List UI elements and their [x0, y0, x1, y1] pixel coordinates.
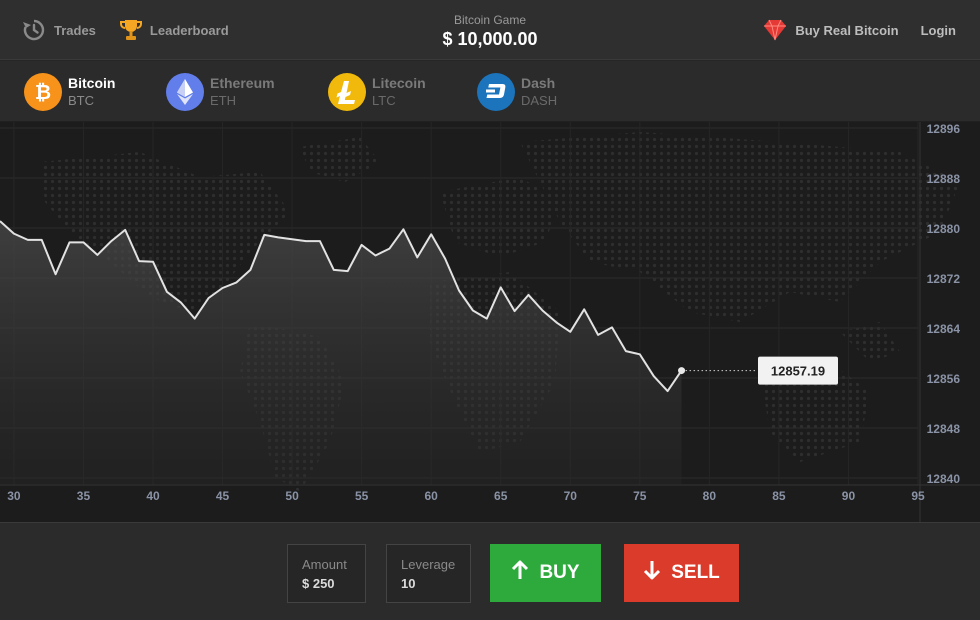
leaderboard-label: Leaderboard: [149, 22, 229, 38]
arrow-down-icon: [643, 560, 661, 586]
amount-field[interactable]: Amount $ 250: [287, 544, 366, 603]
y-tick-label: 12848: [927, 422, 961, 436]
history-icon: [22, 18, 46, 42]
amount-label: Amount: [302, 557, 347, 572]
ethereum-icon: [166, 73, 204, 111]
sell-label: SELL: [671, 562, 720, 583]
buy-label: BUY: [539, 562, 580, 583]
x-tick-label: 45: [216, 489, 230, 503]
trade-controls: Amount $ 250 Leverage 10 BUY SELL: [0, 522, 980, 620]
coin-name: Dash: [521, 75, 556, 91]
coin-tab-bitcoin[interactable]: ₿ Bitcoin BTC: [24, 73, 115, 111]
price-tooltip-value: 12857.19: [771, 364, 825, 379]
trophy-icon: [119, 18, 142, 42]
y-tick-label: 12840: [927, 472, 961, 486]
x-tick-label: 35: [77, 489, 91, 503]
bitcoin-icon: ₿: [24, 73, 62, 111]
x-tick-label: 65: [494, 489, 508, 503]
coin-tab-dash[interactable]: Dash DASH: [477, 73, 557, 111]
x-tick-label: 55: [355, 489, 369, 503]
sell-button[interactable]: SELL: [624, 544, 739, 602]
coin-symbol: BTC: [68, 93, 94, 108]
litecoin-icon: [328, 73, 366, 111]
x-tick-label: 75: [633, 489, 647, 503]
svg-text:₿: ₿: [35, 80, 51, 104]
x-tick-label: 30: [7, 489, 21, 503]
x-tick-label: 95: [911, 489, 925, 503]
coin-selector: ₿ Bitcoin BTC Ethereum ETH Litecoin LTC …: [0, 61, 980, 122]
price-chart[interactable]: 12840 12848 12856 12864 12872 12880 12888 12896…: [0, 122, 980, 522]
leaderboard-link[interactable]: Leaderboard: [119, 18, 229, 42]
nav-left: Trades Leaderboard: [22, 0, 229, 60]
price-chart-svg: 12840 12848 12856 12864 12872 12880 12888 12896…: [0, 122, 980, 522]
dash-icon: [477, 73, 515, 111]
coin-name: Ethereum: [210, 75, 275, 91]
coin-symbol: ETH: [210, 93, 236, 108]
x-tick-label: 60: [425, 489, 439, 503]
nav-right: Buy Real Bitcoin Login: [763, 0, 956, 60]
trades-label: Trades: [54, 22, 96, 38]
x-tick-label: 70: [564, 489, 578, 503]
x-tick-label: 40: [146, 489, 160, 503]
x-tick-label: 85: [772, 489, 786, 503]
login-link[interactable]: Login: [921, 23, 956, 38]
trades-link[interactable]: Trades: [22, 18, 96, 42]
x-tick-label: 80: [703, 489, 717, 503]
buy-real-label: Buy Real Bitcoin: [795, 22, 899, 38]
coin-symbol: LTC: [372, 93, 396, 108]
y-tick-label: 12864: [927, 322, 961, 336]
coin-symbol: DASH: [521, 93, 558, 108]
x-tick-label: 50: [285, 489, 299, 503]
y-tick-label: 12896: [927, 122, 961, 136]
buy-real-bitcoin-link[interactable]: Buy Real Bitcoin: [763, 19, 899, 41]
coin-tab-litecoin[interactable]: Litecoin LTC: [328, 73, 426, 111]
ruby-icon: [763, 19, 787, 41]
top-bar: Trades Leaderboard Bitcoin Game $ 10,000…: [0, 0, 980, 60]
leverage-value: 10: [401, 576, 416, 591]
y-tick-label: 12888: [927, 172, 961, 186]
buy-button[interactable]: BUY: [490, 544, 601, 602]
x-tick-label: 90: [842, 489, 856, 503]
leverage-field[interactable]: Leverage 10: [386, 544, 471, 603]
amount-value: $ 250: [302, 576, 335, 591]
leverage-label: Leverage: [401, 557, 456, 572]
current-price-dot: [678, 367, 686, 375]
arrow-up-icon: [511, 560, 529, 586]
coin-name: Bitcoin: [68, 75, 116, 91]
coin-tab-ethereum[interactable]: Ethereum ETH: [166, 73, 275, 111]
y-tick-label: 12880: [927, 222, 961, 236]
y-tick-label: 12872: [927, 272, 961, 286]
login-label: Login: [920, 22, 956, 38]
coin-name: Litecoin: [372, 75, 426, 91]
y-tick-label: 12856: [927, 372, 961, 386]
